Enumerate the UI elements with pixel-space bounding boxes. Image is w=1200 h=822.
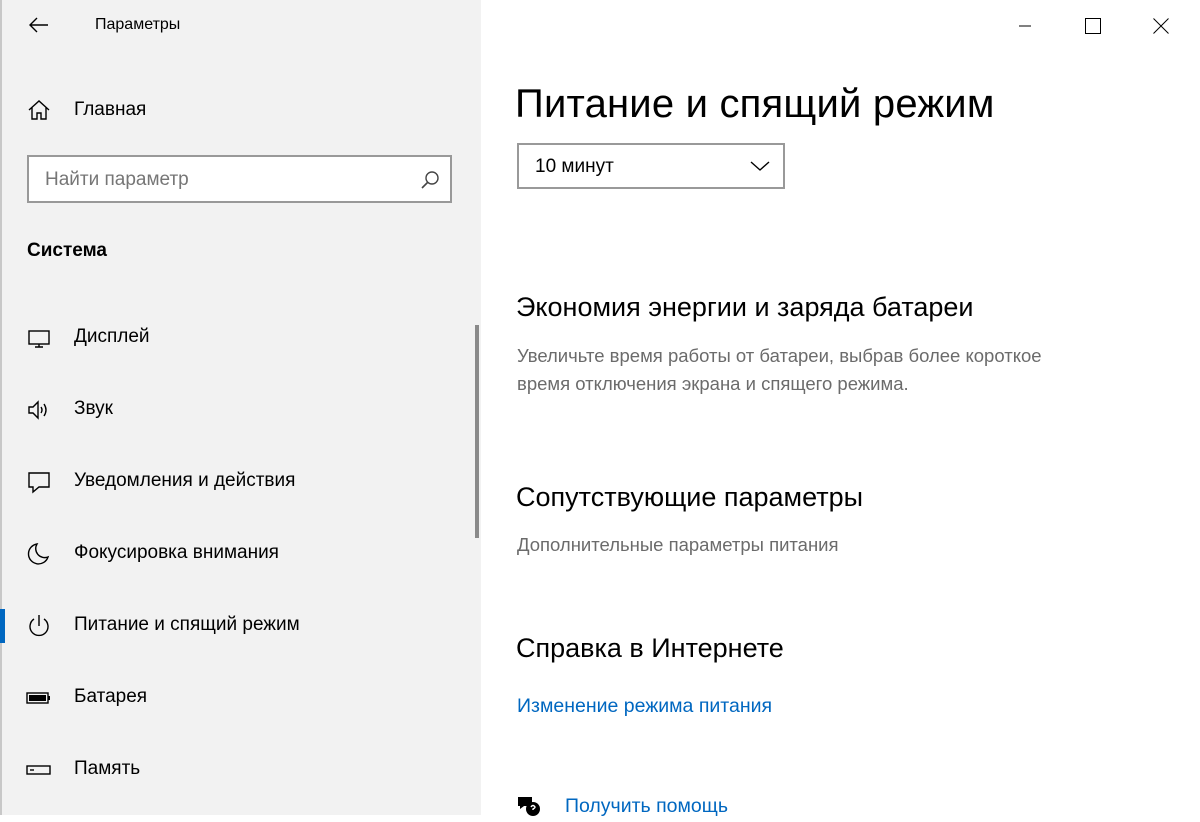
- sidebar-item-notifications[interactable]: Уведомления и действия: [0, 455, 481, 509]
- change-power-mode-link[interactable]: Изменение режима питания: [517, 695, 772, 718]
- online-help-heading: Справка в Интернете: [516, 633, 784, 663]
- sidebar-scrollbar[interactable]: [475, 325, 479, 538]
- sidebar-item-home[interactable]: Главная: [0, 90, 481, 130]
- sidebar: Параметры Главная Найти параметр Система…: [0, 0, 481, 815]
- energy-saving-heading: Экономия энергии и заряда батареи: [516, 292, 974, 322]
- sidebar-item-label: Батарея: [74, 686, 148, 707]
- help-chat-icon: [518, 797, 540, 816]
- sidebar-item-label: Фокусировка внимания: [74, 542, 279, 563]
- sidebar-item-battery[interactable]: Батарея: [0, 671, 481, 725]
- page-title: Питание и спящий режим: [515, 82, 995, 126]
- sidebar-item-label: Дисплей: [74, 326, 150, 347]
- sidebar-item-label: Главная: [74, 99, 147, 120]
- dropdown-value: 10 минут: [535, 156, 614, 177]
- back-button[interactable]: [22, 8, 56, 42]
- minimize-button[interactable]: [991, 0, 1059, 52]
- speaker-icon: [26, 397, 52, 423]
- notification-icon: [26, 469, 52, 495]
- maximize-button[interactable]: [1059, 0, 1127, 52]
- maximize-icon: [1085, 18, 1101, 34]
- additional-power-settings-link[interactable]: Дополнительные параметры питания: [517, 531, 839, 559]
- back-arrow-icon: [29, 17, 48, 33]
- storage-icon: [26, 757, 52, 783]
- energy-saving-description-line1: Увеличьте время работы от батареи, выбра…: [517, 345, 1042, 366]
- search-input[interactable]: Найти параметр: [27, 155, 452, 203]
- title-bar: Параметры: [0, 0, 481, 52]
- related-settings-heading: Сопутствующие параметры: [516, 482, 864, 512]
- chevron-down-icon: [750, 161, 770, 171]
- sidebar-item-sound[interactable]: Звук: [0, 383, 481, 437]
- sidebar-item-display[interactable]: Дисплей: [0, 311, 481, 365]
- selection-indicator: [0, 609, 5, 643]
- get-help-row[interactable]: Получить помощь: [516, 792, 776, 822]
- close-icon: [1153, 18, 1169, 34]
- sidebar-item-label: Звук: [74, 398, 113, 419]
- app-title: Параметры: [95, 16, 181, 33]
- sidebar-item-label: Питание и спящий режим: [74, 614, 300, 635]
- battery-icon: [26, 685, 52, 711]
- power-icon: [26, 613, 52, 639]
- search-icon: [421, 171, 439, 189]
- search-placeholder: Найти параметр: [45, 169, 189, 190]
- sidebar-item-label: Память: [74, 758, 141, 779]
- sidebar-item-focus-assist[interactable]: Фокусировка внимания: [0, 527, 481, 581]
- sleep-timeout-dropdown[interactable]: 10 минут: [517, 143, 785, 189]
- display-icon: [26, 325, 52, 351]
- minimize-icon: [1019, 25, 1031, 27]
- sidebar-item-label: Уведомления и действия: [74, 470, 296, 491]
- sidebar-section-title: Система: [27, 240, 107, 261]
- sidebar-item-storage[interactable]: Память: [0, 743, 481, 797]
- energy-saving-description-line2: время отключения экрана и спящего режима…: [517, 373, 909, 394]
- home-icon: [26, 97, 52, 123]
- close-button[interactable]: [1127, 0, 1195, 52]
- sidebar-item-power-sleep[interactable]: Питание и спящий режим: [0, 599, 481, 653]
- moon-icon: [26, 541, 52, 567]
